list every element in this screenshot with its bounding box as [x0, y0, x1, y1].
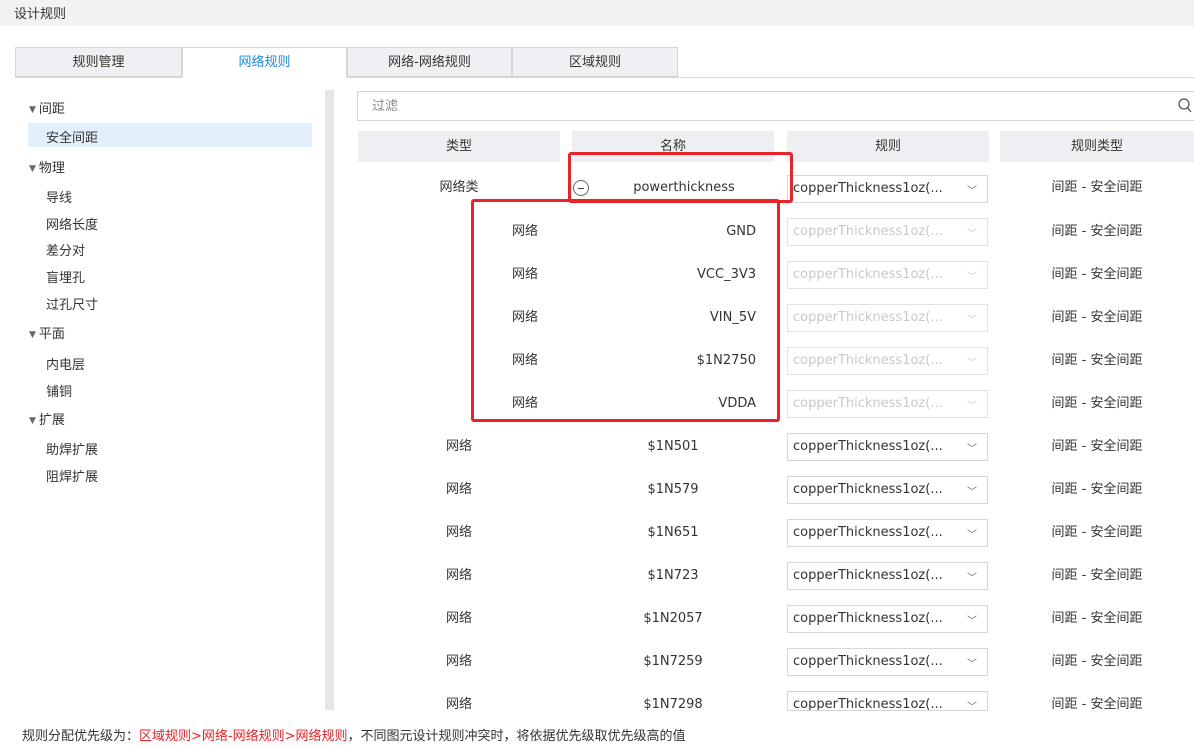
- chevron-down-icon: ﹀: [967, 444, 977, 455]
- tree-item-solder-mask-expansion[interactable]: 阻焊扩展: [46, 466, 98, 485]
- row-rule-type: 间距 - 安全间距: [1051, 267, 1143, 282]
- tab-rule-management[interactable]: 规则管理: [15, 47, 182, 77]
- expand-triangle-icon[interactable]: ▼: [29, 416, 36, 426]
- tree-group-spacing[interactable]: ▼ 间距: [29, 98, 65, 117]
- rule-select-disabled: copperThickness1oz(... ﹀: [787, 347, 988, 375]
- row-name: $1N2057: [643, 611, 703, 626]
- chevron-down-icon: ﹀: [967, 229, 977, 240]
- tree-group-plane[interactable]: ▼ 平面: [29, 323, 65, 342]
- tree-item-inner-plane[interactable]: 内电层: [46, 354, 85, 373]
- chevron-down-icon: ﹀: [967, 616, 977, 627]
- chevron-down-icon: ﹀: [967, 702, 977, 711]
- tree-item-via-size[interactable]: 过孔尺寸: [46, 294, 98, 313]
- highlight-child-nets-box: [471, 199, 780, 422]
- rule-category-tree: ▼ 间距 安全间距 ▼ 物理 导线 网络长度 差分对 盲埋孔 过孔尺寸 ▼ 平面 内电…: [15, 90, 320, 710]
- chevron-down-icon: ﹀: [967, 573, 977, 584]
- sidebar-scrollbar[interactable]: [325, 90, 334, 710]
- chevron-down-icon: ﹀: [967, 659, 977, 670]
- column-header-type[interactable]: 类型: [358, 131, 560, 162]
- row-name: $1N7298: [643, 697, 703, 712]
- row-name: $1N7259: [643, 654, 703, 669]
- rule-select-disabled: copperThickness1oz(... ﹀: [787, 390, 988, 418]
- dialog-title-bar: 设计规则: [0, 0, 1194, 26]
- tree-item-copper-pour[interactable]: 铺铜: [46, 381, 72, 400]
- row-rule-type: 间距 - 安全间距: [1051, 353, 1143, 368]
- rule-select[interactable]: copperThickness1oz(... ﹀: [787, 562, 988, 590]
- row-type: 网络: [445, 439, 472, 454]
- row-rule-type: 间距 - 安全间距: [1051, 568, 1143, 583]
- dialog-title: 设计规则: [14, 7, 67, 22]
- rule-select-disabled: copperThickness1oz(... ﹀: [787, 261, 988, 289]
- search-icon[interactable]: [1178, 98, 1192, 114]
- column-header-rule-type[interactable]: 规则类型: [1000, 131, 1194, 162]
- row-rule-type: 间距 - 安全间距: [1051, 180, 1143, 195]
- row-type: 网络: [445, 611, 472, 626]
- rule-select[interactable]: copperThickness1oz(... ﹀: [787, 433, 988, 461]
- rule-select-disabled: copperThickness1oz(... ﹀: [787, 304, 988, 332]
- row-name: $1N501: [647, 439, 699, 454]
- highlight-net-class-box: [568, 152, 793, 203]
- rule-select[interactable]: copperThickness1oz(... ﹀: [787, 519, 988, 547]
- tree-item-diff-pair[interactable]: 差分对: [46, 240, 85, 259]
- expand-triangle-icon[interactable]: ▼: [29, 330, 36, 340]
- row-type: 网络: [445, 697, 472, 712]
- rule-select[interactable]: copperThickness1oz(... ﹀: [787, 691, 988, 711]
- row-name: $1N723: [647, 568, 699, 583]
- chevron-down-icon: ﹀: [967, 487, 977, 498]
- tree-item-blind-buried-via[interactable]: 盲埋孔: [46, 267, 85, 286]
- row-rule-type: 间距 - 安全间距: [1051, 654, 1143, 669]
- rule-select-disabled: copperThickness1oz(... ﹀: [787, 218, 988, 246]
- column-header-rule[interactable]: 规则: [787, 131, 989, 162]
- row-type: 网络类: [439, 180, 479, 195]
- priority-note: 规则分配优先级为：区域规则>网络-网络规则>网络规则，不同图元设计规则冲突时，将…: [22, 729, 686, 744]
- row-rule-type: 间距 - 安全间距: [1051, 697, 1143, 712]
- chevron-down-icon: ﹀: [967, 401, 977, 412]
- chevron-down-icon: ﹀: [967, 272, 977, 283]
- tree-item-net-length[interactable]: 网络长度: [46, 214, 98, 233]
- chevron-down-icon: ﹀: [967, 358, 977, 369]
- chevron-down-icon: ﹀: [967, 186, 977, 197]
- tree-item-trace[interactable]: 导线: [46, 187, 72, 206]
- row-type: 网络: [445, 525, 472, 540]
- filter-box: [357, 91, 1194, 121]
- rule-tabs: 规则管理 网络规则 网络-网络规则 区域规则: [15, 47, 1194, 78]
- tree-group-physical[interactable]: ▼ 物理: [29, 157, 65, 176]
- tab-net-net-rules[interactable]: 网络-网络规则: [347, 47, 512, 77]
- row-rule-type: 间距 - 安全间距: [1051, 525, 1143, 540]
- tree-group-expansion[interactable]: ▼ 扩展: [29, 409, 65, 428]
- row-type: 网络: [445, 482, 472, 497]
- tree-item-paste-expansion[interactable]: 助焊扩展: [46, 439, 98, 458]
- priority-order: 区域规则>网络-网络规则>网络规则: [139, 729, 348, 744]
- row-rule-type: 间距 - 安全间距: [1051, 224, 1143, 239]
- expand-triangle-icon[interactable]: ▼: [29, 105, 36, 115]
- filter-input[interactable]: [358, 92, 1158, 120]
- row-rule-type: 间距 - 安全间距: [1051, 396, 1143, 411]
- row-rule-type: 间距 - 安全间距: [1051, 439, 1143, 454]
- rule-select[interactable]: copperThickness1oz(... ﹀: [787, 605, 988, 633]
- row-type: 网络: [445, 654, 472, 669]
- row-rule-type: 间距 - 安全间距: [1051, 482, 1143, 497]
- row-name: $1N651: [647, 525, 699, 540]
- tree-item-safe-spacing[interactable]: 安全间距: [46, 127, 98, 146]
- rule-select[interactable]: copperThickness1oz(... ﹀: [787, 648, 988, 676]
- row-name: $1N579: [647, 482, 699, 497]
- row-rule-type: 间距 - 安全间距: [1051, 310, 1143, 325]
- tab-region-rules[interactable]: 区域规则: [512, 47, 678, 77]
- chevron-down-icon: ﹀: [967, 315, 977, 326]
- rule-select[interactable]: copperThickness1oz(... ﹀: [787, 175, 988, 203]
- expand-triangle-icon[interactable]: ▼: [29, 164, 36, 174]
- row-type: 网络: [445, 568, 472, 583]
- chevron-down-icon: ﹀: [967, 530, 977, 541]
- rule-select[interactable]: copperThickness1oz(... ﹀: [787, 476, 988, 504]
- row-rule-type: 间距 - 安全间距: [1051, 611, 1143, 626]
- tab-net-rules[interactable]: 网络规则: [182, 47, 347, 78]
